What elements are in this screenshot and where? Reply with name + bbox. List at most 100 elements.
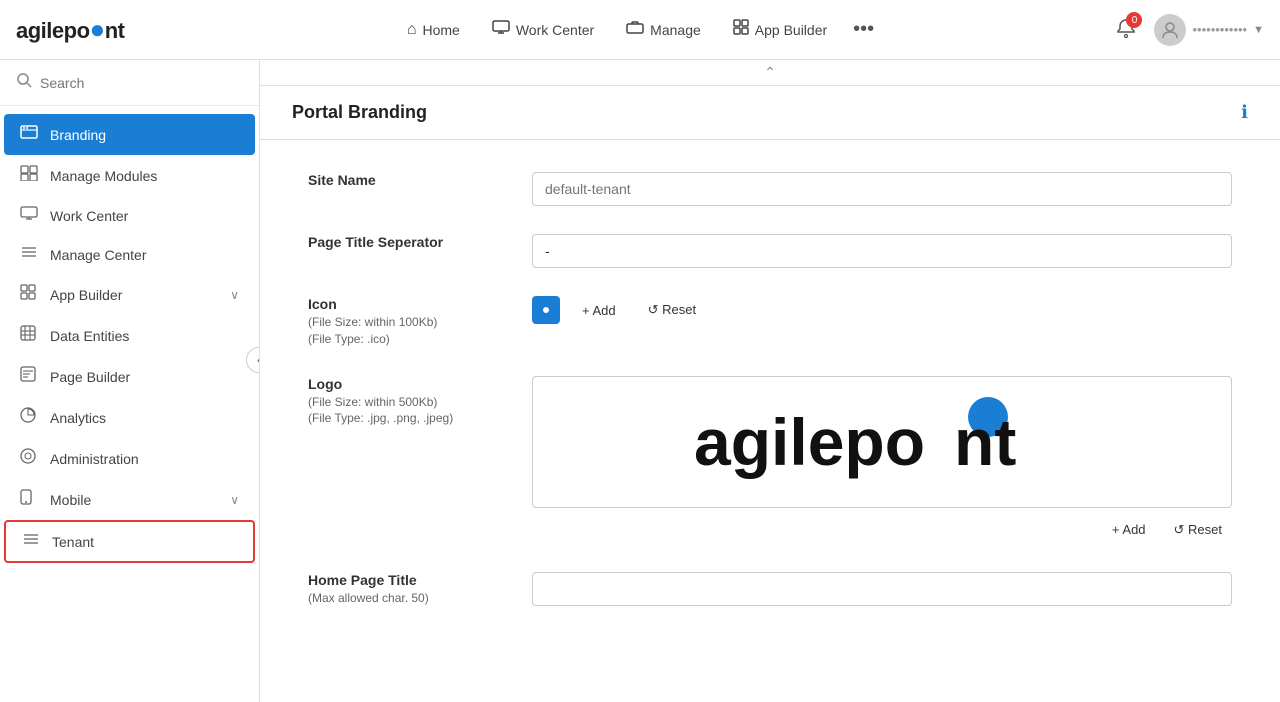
- logo-row: Logo (File Size: within 500Kb) (File Typ…: [308, 376, 1232, 544]
- administration-icon: [20, 448, 40, 469]
- monitor-icon: [492, 20, 510, 39]
- sidebar-item-mobile[interactable]: Mobile ∨: [4, 479, 255, 520]
- nav-manage[interactable]: Manage: [612, 12, 715, 47]
- page-title-sep-input[interactable]: [532, 234, 1232, 268]
- branding-icon: [20, 124, 40, 145]
- site-name-row: Site Name: [308, 172, 1232, 206]
- nav-items: ⌂ Home Work Center Manage App Builder ••…: [165, 11, 1111, 48]
- nav-workcenter[interactable]: Work Center: [478, 12, 608, 47]
- logo-label: Logo: [308, 376, 508, 392]
- logo-preview-box: .lf{font-family:Arial,sans-serif;font-si…: [532, 376, 1232, 508]
- sidebar-manage-modules-label: Manage Modules: [50, 168, 239, 184]
- user-dropdown-icon: ▼: [1253, 24, 1264, 36]
- icon-controls: + Add ↺ Reset: [532, 296, 1232, 324]
- page-title-sep-row: Page Title Seperator: [308, 234, 1232, 268]
- home-icon: ⌂: [407, 21, 417, 39]
- nav-right: 0 •••••••••••• ▼: [1110, 12, 1264, 47]
- search-icon: [16, 72, 32, 93]
- home-page-title-label: Home Page Title: [308, 572, 508, 588]
- chevron-toggle-bar: ⌃: [260, 60, 1280, 86]
- logo-add-button[interactable]: + Add: [1102, 516, 1156, 544]
- work-center-icon: [20, 206, 40, 225]
- user-menu[interactable]: •••••••••••• ▼: [1154, 14, 1264, 46]
- page-title-sep-label: Page Title Seperator: [308, 234, 508, 250]
- logo-text-agile: agilepo: [16, 18, 90, 43]
- mobile-arrow: ∨: [230, 493, 239, 507]
- sidebar-item-analytics[interactable]: Analytics: [4, 397, 255, 438]
- collapse-chevron-button[interactable]: ⌃: [764, 64, 776, 81]
- data-entities-icon: [20, 325, 40, 346]
- analytics-icon: [20, 407, 40, 428]
- logo: agilepo●nt: [16, 14, 125, 45]
- site-name-label: Site Name: [308, 172, 508, 188]
- nav-home[interactable]: ⌂ Home: [393, 13, 474, 47]
- nav-home-label: Home: [422, 22, 459, 38]
- search-input[interactable]: [40, 75, 243, 91]
- avatar: [1154, 14, 1186, 46]
- appbuilder-icon: [733, 19, 749, 40]
- top-navigation: agilepo●nt ⌂ Home Work Center Manage App…: [0, 0, 1280, 60]
- icon-sublabel2: (File Type: .ico): [308, 331, 508, 348]
- sidebar-data-entities-label: Data Entities: [50, 328, 239, 344]
- sidebar-item-app-builder[interactable]: App Builder ∨: [4, 274, 255, 315]
- sidebar-item-branding[interactable]: Branding: [4, 114, 255, 155]
- content-header: Portal Branding ℹ: [260, 86, 1280, 140]
- notification-button[interactable]: 0: [1110, 12, 1142, 47]
- logo-sublabel2: (File Type: .jpg, .png, .jpeg): [308, 410, 508, 427]
- svg-text:nt: nt: [954, 405, 1016, 479]
- mobile-icon: [20, 489, 40, 510]
- main-layout: Branding Manage Modules Work Center: [0, 60, 1280, 702]
- sidebar-item-page-builder[interactable]: Page Builder: [4, 356, 255, 397]
- form-area: Site Name Page Title Seperator Icon: [260, 140, 1280, 702]
- sidebar-tenant-label: Tenant: [52, 534, 237, 550]
- sidebar-app-builder-label: App Builder: [50, 287, 220, 303]
- sidebar-administration-label: Administration: [50, 451, 239, 467]
- icon-add-button[interactable]: + Add: [572, 297, 626, 324]
- page-title: Portal Branding: [292, 102, 427, 123]
- search-box: [0, 60, 259, 106]
- sidebar-manage-center-label: Manage Center: [50, 247, 239, 263]
- logo-reset-button[interactable]: ↺ Reset: [1164, 516, 1232, 544]
- tenant-icon: [22, 532, 42, 551]
- app-builder-arrow: ∨: [230, 288, 239, 302]
- sidebar: Branding Manage Modules Work Center: [0, 60, 260, 702]
- sidebar-item-administration[interactable]: Administration: [4, 438, 255, 479]
- sidebar-item-work-center[interactable]: Work Center: [4, 196, 255, 235]
- home-page-title-input[interactable]: [532, 572, 1232, 606]
- logo-actions: + Add ↺ Reset: [532, 516, 1232, 544]
- briefcase-icon: [626, 20, 644, 39]
- sidebar-mobile-label: Mobile: [50, 492, 220, 508]
- user-name-text: ••••••••••••: [1192, 22, 1247, 37]
- nav-manage-label: Manage: [650, 22, 701, 38]
- svg-text:agilepo: agilepo: [694, 405, 925, 479]
- home-page-title-row: Home Page Title (Max allowed char. 50): [308, 572, 1232, 607]
- notif-badge: 0: [1126, 12, 1142, 28]
- sidebar-item-tenant[interactable]: Tenant: [4, 520, 255, 563]
- nav-more[interactable]: •••: [845, 14, 882, 45]
- sidebar-item-manage-modules[interactable]: Manage Modules: [4, 155, 255, 196]
- sidebar-analytics-label: Analytics: [50, 410, 239, 426]
- logo-dot: ●: [90, 14, 105, 44]
- icon-label: Icon: [308, 296, 508, 312]
- sidebar-item-manage-center[interactable]: Manage Center: [4, 235, 255, 274]
- sidebar-scroll: Branding Manage Modules Work Center: [0, 106, 259, 702]
- sidebar-work-center-label: Work Center: [50, 208, 239, 224]
- content-area: ⌃ Portal Branding ℹ Site Name Page Title…: [260, 60, 1280, 702]
- logo-text-int: nt: [105, 18, 125, 43]
- nav-workcenter-label: Work Center: [516, 22, 594, 38]
- favicon-preview: [532, 296, 560, 324]
- site-name-input[interactable]: [532, 172, 1232, 206]
- page-builder-icon: [20, 366, 40, 387]
- icon-sublabel1: (File Size: within 100Kb): [308, 314, 508, 331]
- nav-appbuilder[interactable]: App Builder: [719, 11, 841, 48]
- sidebar-page-builder-label: Page Builder: [50, 369, 239, 385]
- home-page-title-sublabel: (Max allowed char. 50): [308, 590, 508, 607]
- agilepoint-logo-svg: .lf{font-family:Arial,sans-serif;font-si…: [692, 397, 1072, 487]
- app-builder-icon: [20, 284, 40, 305]
- icon-row: Icon (File Size: within 100Kb) (File Typ…: [308, 296, 1232, 348]
- logo-sublabel1: (File Size: within 500Kb): [308, 394, 508, 411]
- sidebar-item-data-entities[interactable]: Data Entities: [4, 315, 255, 356]
- icon-reset-button[interactable]: ↺ Reset: [638, 296, 706, 324]
- info-icon[interactable]: ℹ: [1241, 102, 1248, 123]
- manage-center-icon: [20, 245, 40, 264]
